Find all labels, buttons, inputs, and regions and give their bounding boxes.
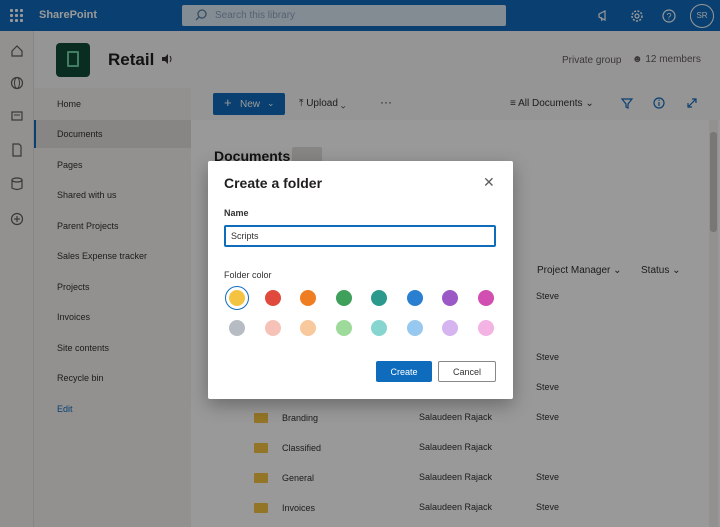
cancel-button[interactable]: Cancel [438, 361, 496, 382]
color-swatch[interactable] [264, 290, 281, 306]
create-folder-dialog: Create a folder ✕ Name Folder color Crea… [208, 161, 513, 399]
name-label: Name [224, 208, 249, 218]
folder-color-label: Folder color [224, 270, 272, 280]
color-swatch[interactable] [442, 320, 458, 336]
dialog-title: Create a folder [224, 175, 323, 191]
folder-name-input[interactable] [224, 225, 496, 247]
color-swatch[interactable] [442, 290, 458, 306]
color-swatch[interactable] [406, 320, 423, 336]
color-swatch[interactable] [406, 290, 423, 306]
color-swatch[interactable] [225, 286, 249, 310]
color-swatch[interactable] [371, 290, 387, 306]
close-icon[interactable]: ✕ [483, 175, 495, 189]
color-swatch[interactable] [335, 290, 352, 306]
color-swatch[interactable] [477, 290, 494, 306]
color-swatch[interactable] [300, 320, 316, 336]
color-swatch[interactable] [229, 320, 245, 336]
color-swatch[interactable] [335, 320, 352, 336]
color-swatch[interactable] [371, 320, 387, 336]
color-swatch[interactable] [477, 320, 494, 336]
color-swatch[interactable] [264, 320, 281, 336]
color-swatch[interactable] [300, 290, 316, 306]
create-button[interactable]: Create [376, 361, 432, 382]
